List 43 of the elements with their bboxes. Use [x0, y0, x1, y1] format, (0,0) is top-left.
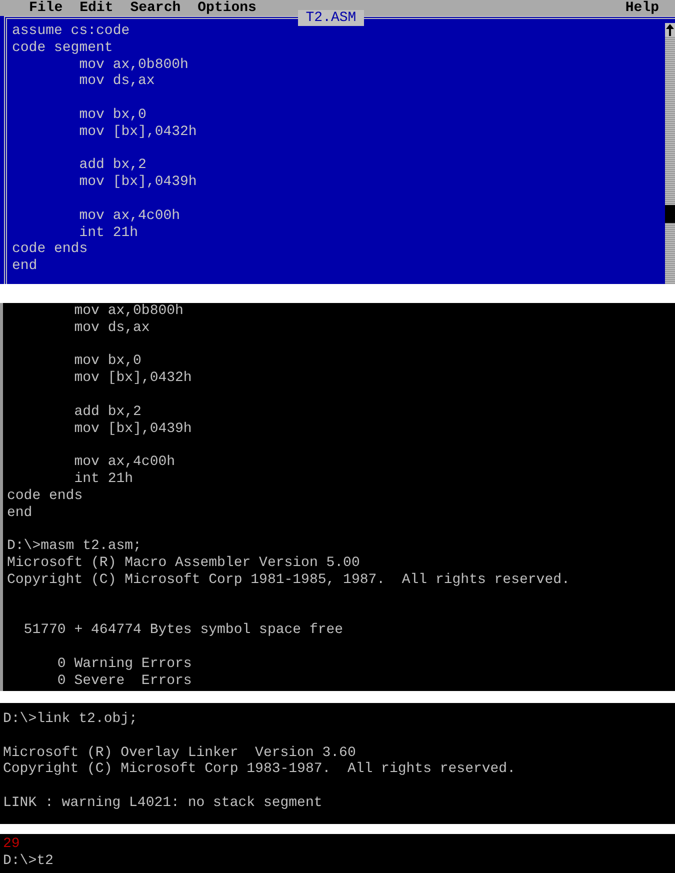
console-line: LINK : warning L4021: no stack segment [3, 794, 324, 812]
menu-item[interactable]: File [29, 0, 63, 16]
code-line: assume cs:code [12, 23, 131, 40]
code-line: code segment [12, 40, 114, 57]
console-line: add bx,2 [73, 404, 142, 421]
code-line: mov ds,ax [78, 73, 156, 90]
console-line: 0 Warning Errors [56, 656, 193, 673]
console-line: int 21h [73, 470, 134, 488]
menu-item[interactable]: Options [198, 0, 256, 16]
console-line: mov ax,0b800h [73, 303, 184, 320]
console-line: mov [bx],0432h [73, 370, 193, 387]
code-line: add bx,2 [78, 157, 148, 174]
code-line: mov bx,0 [78, 106, 148, 124]
console-line: 0 Severe Errors [56, 672, 193, 690]
console-line: mov bx,0 [73, 353, 142, 370]
scrollbar[interactable] [665, 23, 675, 284]
console-line: Copyright (C) Microsoft Corp 1981-1985, 1987. All rights reserved. [7, 572, 571, 589]
console-line: D:\>t2 [3, 852, 54, 870]
console-line: Microsoft (R) Overlay Linker Version 3.60 [3, 744, 357, 762]
window-title: T2.ASM [298, 10, 364, 26]
console-line: D:\>masm t2.asm; [7, 538, 142, 555]
code-line: mov [bx],0439h [78, 174, 198, 191]
console-line: 51770 + 464774 Bytes symbol space free [22, 622, 344, 639]
code-line: mov ax,4c00h [78, 208, 182, 225]
console-line: Copyright (C) Microsoft Corp 1983-1987. All rights reserved. [3, 761, 516, 778]
code-line: int 21h [78, 224, 140, 242]
code-line: code ends [12, 241, 89, 258]
menu-item[interactable]: Edit [80, 0, 114, 16]
console-line: D:\>link t2.obj; [3, 711, 138, 728]
help-menu[interactable]: Help [625, 0, 659, 16]
scroll-thumb[interactable] [665, 205, 675, 223]
code-line: end [12, 258, 38, 275]
up-arrow-icon[interactable] [665, 23, 675, 37]
console-line: 29 [3, 836, 21, 853]
code-line: mov [bx],0432h [78, 124, 198, 141]
console-line: mov ds,ax [73, 320, 151, 337]
console-line: Microsoft (R) Macro Assembler Version 5.00 [7, 554, 361, 572]
console-line: mov ax,4c00h [73, 454, 176, 471]
menu-item[interactable]: Search [130, 0, 181, 16]
console-line: code ends [7, 488, 84, 505]
code-line: mov ax,0b800h [78, 56, 190, 74]
console-line: end [7, 504, 34, 522]
console-line: mov [bx],0439h [73, 420, 193, 438]
